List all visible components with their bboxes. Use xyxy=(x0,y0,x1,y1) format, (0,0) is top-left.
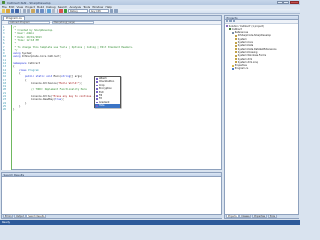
solution-tree: Solution 'CsDirect' (1 project) CsDirect R… xyxy=(225,24,298,71)
refresh-icon[interactable] xyxy=(232,20,236,23)
member-combo[interactable]: Main(string[] args) xyxy=(52,20,94,24)
code-token: Program xyxy=(28,68,39,72)
tree-node-icon xyxy=(235,61,237,64)
code-editor-pane: Program.cs CsDirect.Program Main(string[… xyxy=(1,15,222,170)
window-controls xyxy=(276,0,299,5)
find-icon[interactable] xyxy=(47,9,51,13)
debug-step-icon[interactable] xyxy=(110,9,114,13)
projects-pane: Projects Solution 'CsDirect' (1 project)… xyxy=(224,15,299,219)
save-all-icon[interactable] xyxy=(15,9,19,13)
code-token: ICSharpCode.Core.CsDirect; xyxy=(22,55,62,59)
code-token: // TODO: Implement Functionality Here xyxy=(13,88,87,92)
code-token: CsDirect xyxy=(28,62,41,66)
show-all-files-icon[interactable] xyxy=(229,20,232,23)
code-token: ); xyxy=(61,98,65,102)
search-results-title: Search Results xyxy=(2,173,221,177)
tree-node-icon xyxy=(235,51,237,54)
tree-node-icon xyxy=(235,41,237,44)
code-line: // TODO: Implement Functionality Here xyxy=(13,88,87,91)
platform-combo[interactable]: Any CPU xyxy=(89,9,110,13)
code-token: Console.WriteLine( xyxy=(13,81,59,85)
right-pane-tabs: Projects Classes Properties Tools xyxy=(225,214,299,218)
tab-properties[interactable]: Properties xyxy=(252,215,268,218)
tree-node-icon xyxy=(235,58,237,61)
tree-node-icon xyxy=(232,67,234,70)
tree-node-icon xyxy=(232,64,234,67)
code-line: } xyxy=(13,108,15,111)
tree-node-icon xyxy=(229,28,231,31)
search-results-pane: Search Results Errors Output Search Result… xyxy=(1,172,222,219)
tab-tools[interactable]: Tools xyxy=(267,215,278,218)
tree-node-icon xyxy=(232,31,234,34)
code-token: ); xyxy=(79,81,83,85)
main-toolbar: Debug Any CPU xyxy=(0,9,300,14)
undo-icon[interactable] xyxy=(35,9,40,13)
maximize-button[interactable] xyxy=(283,0,290,5)
comment-icon[interactable] xyxy=(51,9,56,13)
code-token: "Hello World!" xyxy=(58,81,80,85)
status-text: Ready xyxy=(2,221,11,224)
code-token: [] args) xyxy=(70,75,83,79)
tab-search-results[interactable]: Search Results xyxy=(26,215,47,218)
breakpoint-icon[interactable] xyxy=(114,9,118,13)
status-bar: Ready xyxy=(0,220,300,225)
tree-node-icon xyxy=(235,48,237,51)
tree-node-icon xyxy=(235,34,237,37)
app-icon xyxy=(2,1,5,4)
code-token: using xyxy=(13,55,23,59)
completion-item[interactable]: Hide xyxy=(95,104,120,108)
build-icon[interactable] xyxy=(59,9,63,13)
code-line: * Time: 12:18 PM xyxy=(13,39,39,42)
code-line: namespace CsDirect xyxy=(13,62,40,65)
tree-node-icon xyxy=(226,25,228,28)
copy-icon[interactable] xyxy=(26,9,31,13)
configuration-combo[interactable]: Debug xyxy=(68,9,89,13)
bottom-pane-tabs: Errors Output Search Results xyxy=(2,214,222,218)
tree-node-icon xyxy=(235,54,237,57)
new-file-icon[interactable] xyxy=(2,9,6,13)
run-icon[interactable] xyxy=(63,9,68,13)
code-token: namespace xyxy=(13,62,29,66)
code-token: string xyxy=(61,75,71,79)
code-token: } xyxy=(13,108,15,112)
minimize-button[interactable] xyxy=(276,0,283,5)
code-line: using ICSharpCode.Core.CsDirect; xyxy=(13,55,61,58)
open-folder-icon[interactable] xyxy=(6,9,10,13)
code-token: * Time: 12:18 PM xyxy=(13,38,39,42)
tree-node-icon xyxy=(235,38,237,41)
tree-item-label: Program.cs xyxy=(234,67,249,71)
cut-icon[interactable] xyxy=(22,9,26,13)
collapse-all-icon[interactable] xyxy=(226,20,229,23)
tab-projects[interactable]: Projects xyxy=(226,215,239,218)
tree-item[interactable]: Program.cs xyxy=(225,67,298,70)
line-number: 26 xyxy=(3,108,7,112)
code-line: * To change this template use Tools | Op… xyxy=(13,45,134,49)
tab-classes[interactable]: Classes xyxy=(239,215,252,218)
redo-icon[interactable] xyxy=(40,9,44,13)
tab-errors[interactable]: Errors xyxy=(3,215,14,218)
code-line: Console.WriteLine("Hello World!"); xyxy=(13,82,82,85)
close-button[interactable] xyxy=(290,0,299,5)
paste-icon[interactable] xyxy=(31,9,35,13)
tab-program-cs[interactable]: Program.cs xyxy=(3,15,25,20)
code-completion-popup[interactable]: Attach Checkbutton Crop Encryption Exit Fill F… xyxy=(94,76,121,108)
save-icon[interactable] xyxy=(10,9,15,13)
class-combo[interactable]: CsDirect.Program xyxy=(8,20,50,24)
tab-output[interactable]: Output xyxy=(14,215,26,218)
window-title: CsDirect.SLN - SharpDevelop xyxy=(7,0,51,5)
tree-node-icon xyxy=(235,44,237,47)
code-token: * To change this template use Tools | Op… xyxy=(13,45,134,49)
